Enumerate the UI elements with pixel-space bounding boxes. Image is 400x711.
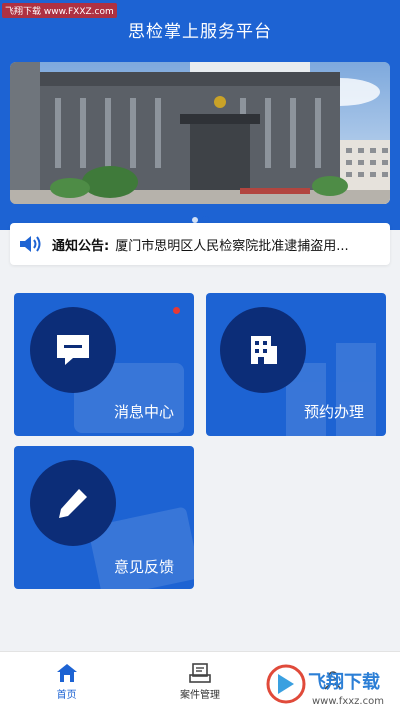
carousel-dot-active[interactable] — [201, 216, 209, 223]
message-icon-circle — [30, 307, 116, 393]
speaker-icon — [20, 236, 41, 252]
nav-item-case[interactable]: 案件管理 — [133, 652, 266, 711]
pen-icon — [59, 489, 87, 518]
message-center-label: 消息中心 — [114, 403, 175, 421]
nav-label-case: 案件管理 — [179, 689, 220, 701]
notice-label: 通知公告: — [52, 238, 110, 254]
nav-label-home: 首页 — [56, 689, 77, 701]
watermark-url: www.fxxz.com — [312, 696, 384, 707]
feedback-label: 意见反馈 — [114, 558, 175, 576]
message-icon — [57, 335, 89, 365]
notice-bar[interactable]: 通知公告: 厦门市思明区人民检察院批准逮捕盗用... — [10, 223, 390, 265]
message-center-tile[interactable]: 消息中心 — [14, 293, 194, 436]
notice-text[interactable]: 厦门市思明区人民检察院批准逮捕盗用... — [115, 235, 348, 254]
watermark-top: 飞翔下载 www.FXXZ.com — [2, 3, 117, 18]
banner-image — [10, 62, 390, 204]
pen-icon-circle — [30, 460, 116, 546]
case-icon — [189, 662, 211, 683]
appointment-tile[interactable]: 预约办理 — [206, 293, 386, 436]
status-bar: 飞翔下载 www.FXXZ.com — [0, 0, 400, 20]
feedback-tile[interactable]: 意见反馈 — [14, 446, 194, 589]
appointment-label: 预约办理 — [304, 403, 365, 421]
nav-item-home[interactable]: 首页 — [0, 652, 133, 711]
page-title: 思检掌上服务平台 — [128, 22, 272, 42]
building-icon-circle — [220, 307, 306, 393]
home-icon — [56, 663, 77, 682]
building-icon — [251, 336, 277, 364]
watermark-logo: 飞翔下载 www.fxxz.com — [266, 664, 384, 707]
banner-carousel[interactable] — [10, 62, 390, 204]
watermark-text: 飞翔下载 — [308, 671, 380, 693]
unread-badge — [173, 307, 180, 314]
